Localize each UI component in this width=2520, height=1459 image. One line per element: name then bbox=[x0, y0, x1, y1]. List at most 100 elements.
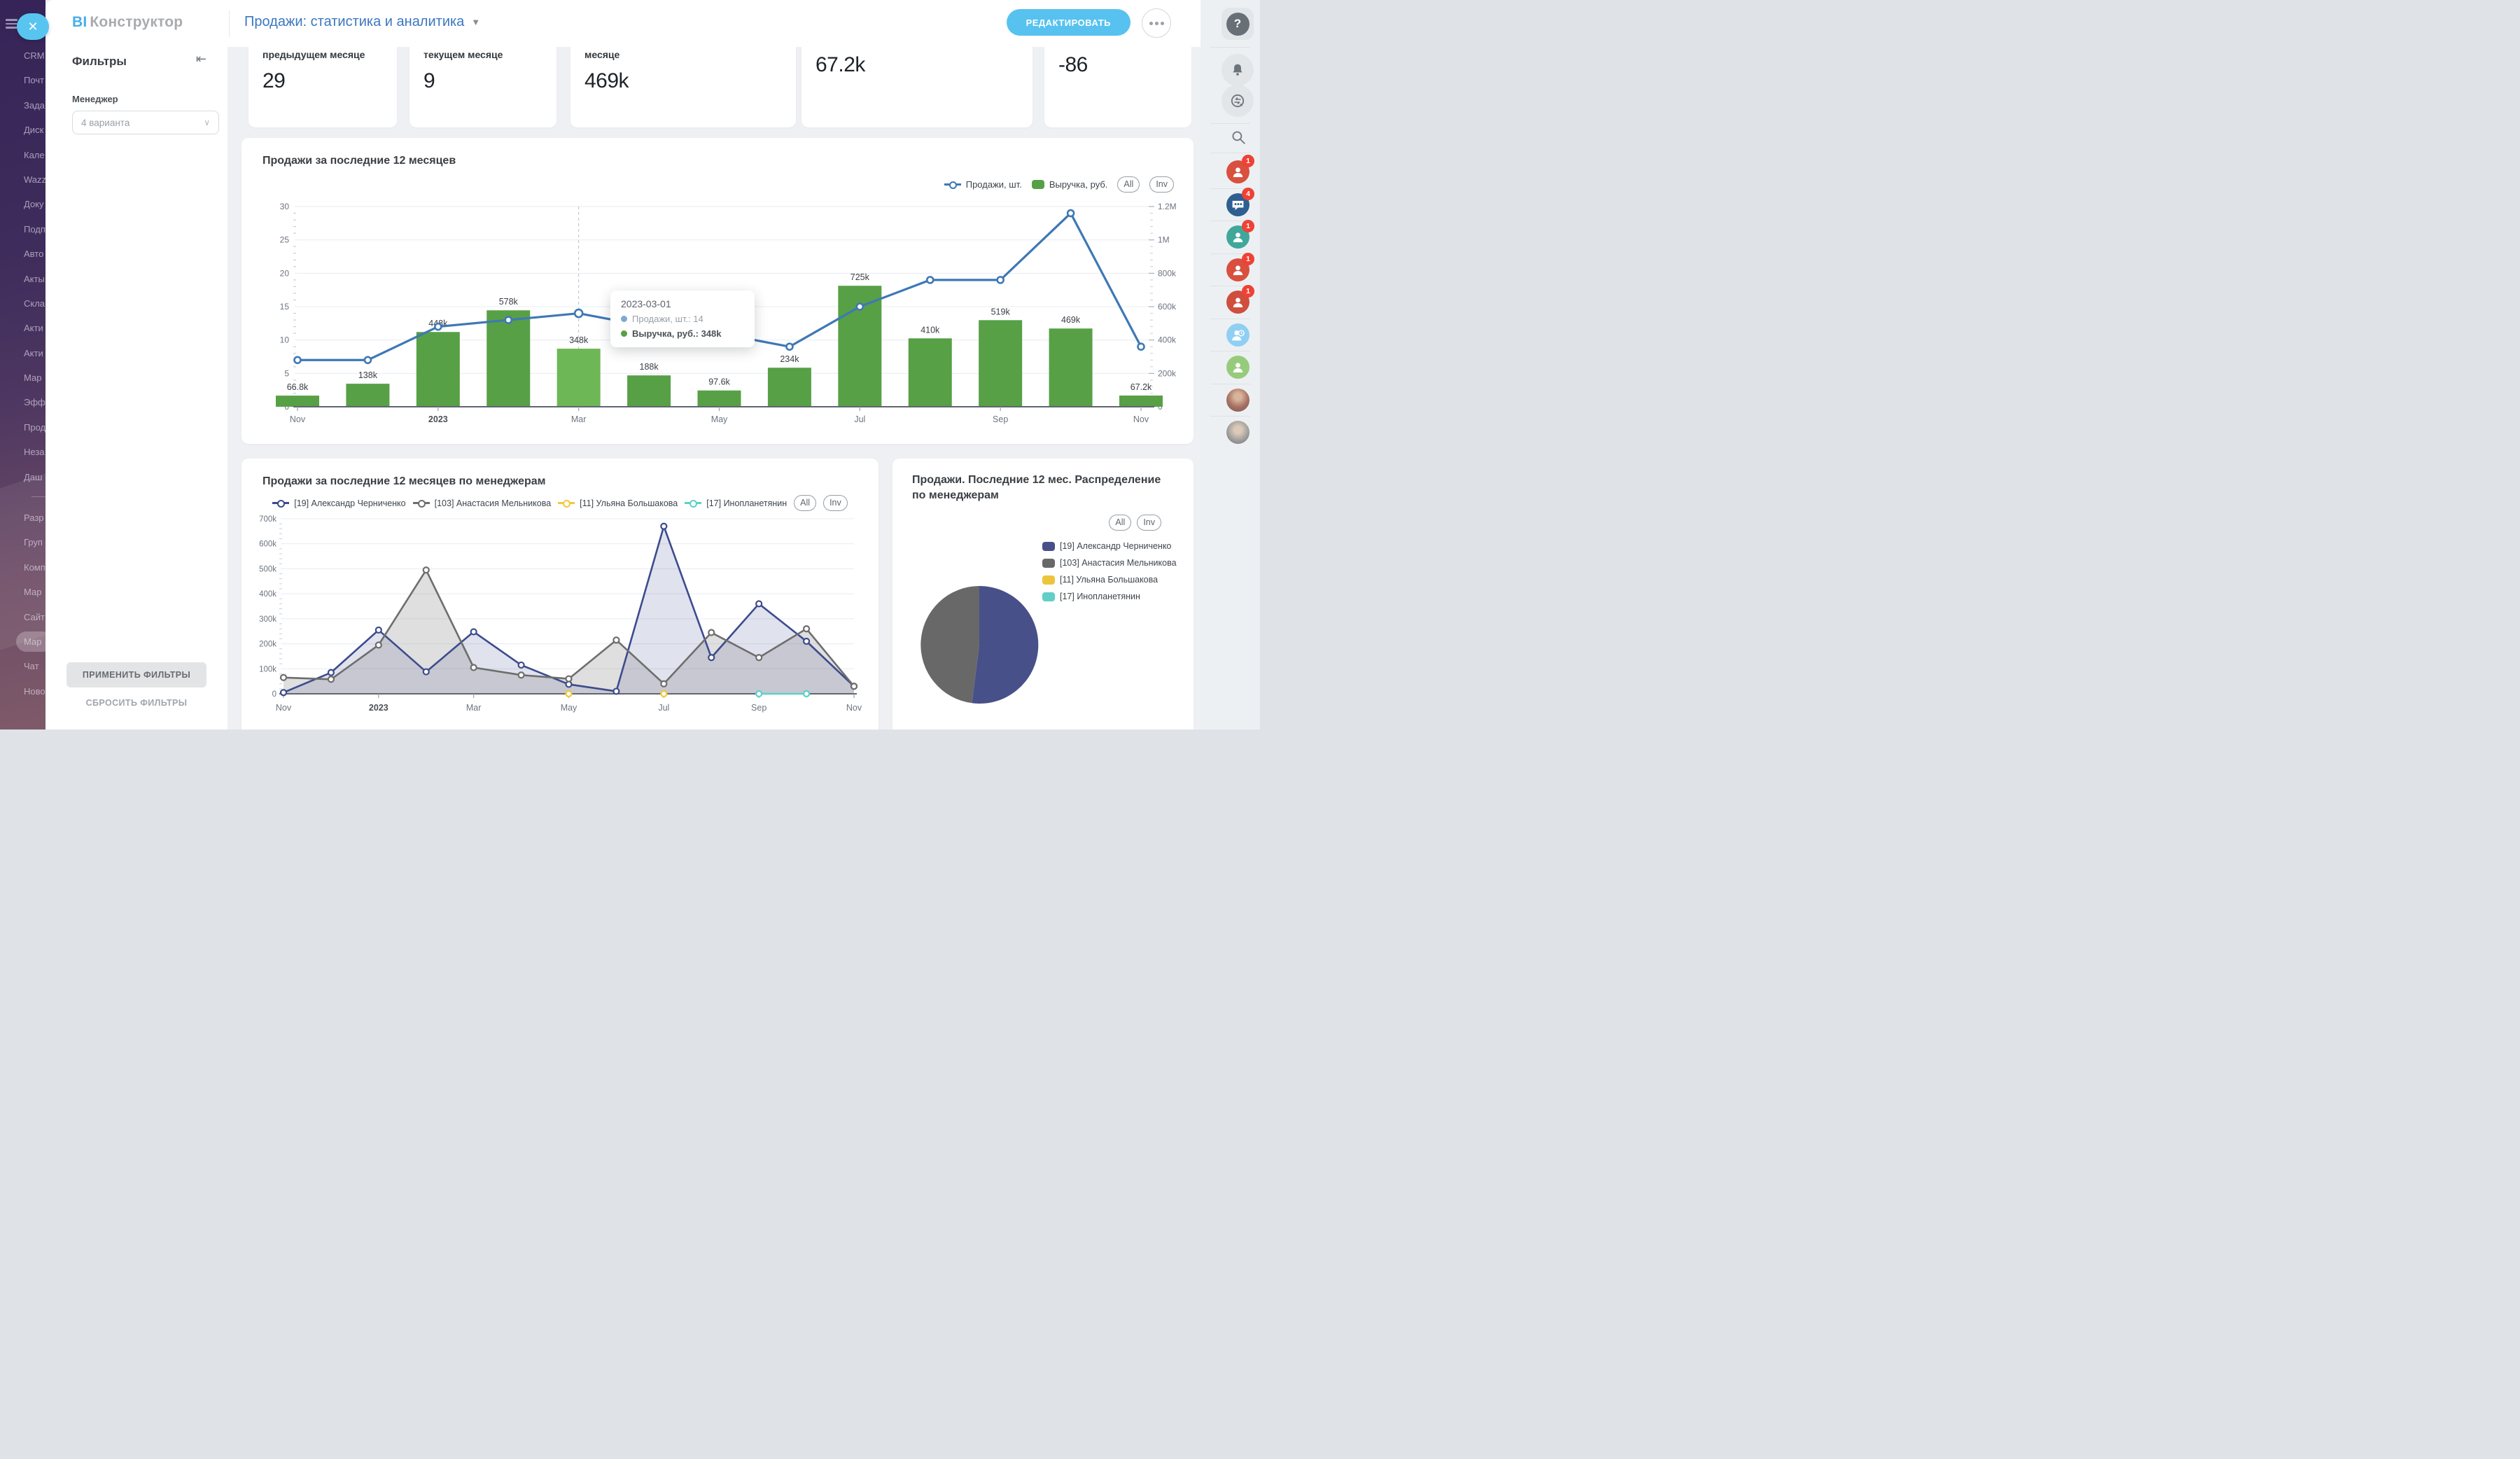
avatar-photo[interactable] bbox=[1226, 421, 1250, 444]
chevron-down-icon: ▼ bbox=[471, 17, 480, 27]
stat-card-value: 67.2k bbox=[816, 53, 1018, 77]
sidebar-item[interactable]: Акти bbox=[0, 316, 46, 340]
svg-text:25: 25 bbox=[280, 235, 290, 245]
svg-text:30: 30 bbox=[280, 202, 290, 211]
sales-chart-legend: Продажи, шт. Выручка, руб. All Inv bbox=[944, 176, 1174, 193]
legend-label: [19] Александр Черниченко bbox=[294, 498, 405, 508]
manager-filter-select[interactable]: 4 варианта ∨ bbox=[72, 111, 219, 134]
chart-title: Продажи за последние 12 месяцев по менед… bbox=[262, 475, 545, 488]
sidebar-item[interactable]: Ново bbox=[0, 679, 46, 704]
messenger-button[interactable] bbox=[1222, 85, 1254, 117]
sidebar-item[interactable]: Почт bbox=[0, 68, 46, 92]
sidebar-item[interactable]: Доку bbox=[0, 192, 46, 216]
sidebar-item[interactable]: Сайт bbox=[0, 605, 46, 629]
sidebar-item[interactable]: Подп bbox=[0, 217, 46, 242]
distribution-pie-canvas[interactable] bbox=[892, 557, 1074, 730]
sidebar-item[interactable]: Мар bbox=[0, 580, 46, 604]
sidebar-item[interactable]: Эфф bbox=[0, 390, 46, 414]
svg-text:5: 5 bbox=[284, 368, 289, 378]
svg-text:700k: 700k bbox=[259, 515, 276, 524]
edit-button[interactable]: РЕДАКТИРОВАТЬ bbox=[1007, 9, 1130, 36]
sidebar-item[interactable]: Акти bbox=[0, 341, 46, 365]
legend-inv-button[interactable]: Inv bbox=[1137, 515, 1161, 531]
sidebar-item[interactable]: Зада bbox=[0, 93, 46, 118]
legend-all-button[interactable]: All bbox=[1117, 176, 1140, 193]
sidebar-item[interactable]: Груп bbox=[0, 530, 46, 554]
sidebar-item[interactable]: Авто bbox=[0, 242, 46, 266]
sidebar-item[interactable]: CRM bbox=[0, 43, 46, 68]
avatar-photo[interactable] bbox=[1226, 389, 1250, 412]
legend-all-button[interactable]: All bbox=[1109, 515, 1131, 531]
avatar-person[interactable] bbox=[1226, 356, 1250, 379]
chart-title: Продажи за последние 12 месяцев bbox=[262, 155, 456, 167]
sidebar-item[interactable]: Мар bbox=[0, 365, 46, 390]
legend-label: [103] Анастасия Мельникова bbox=[435, 498, 552, 508]
svg-text:519k: 519k bbox=[991, 307, 1011, 316]
managers-line-chart-canvas[interactable]: 0100k200k300k400k500k600k700kNov2023MarM… bbox=[252, 513, 868, 730]
sidebar-item[interactable]: Разр bbox=[0, 505, 46, 530]
legend-inv-button[interactable]: Inv bbox=[1149, 176, 1174, 193]
search-button[interactable] bbox=[1229, 128, 1247, 150]
managers-chart-legend: [19] Александр Черниченко [103] Анастасия… bbox=[241, 495, 878, 511]
svg-text:Nov: Nov bbox=[846, 703, 862, 713]
legend-swatch bbox=[1032, 180, 1044, 189]
legend-item[interactable]: [103] Анастасия Мельникова bbox=[413, 498, 552, 508]
sidebar-item[interactable]: Прод bbox=[0, 415, 46, 440]
sidebar-item[interactable]: Неза bbox=[0, 440, 46, 464]
legend-item[interactable]: Выручка, руб. bbox=[1032, 179, 1108, 190]
chart-tooltip: 2023-03-01 Продажи, шт.: 14Выручка, руб.… bbox=[610, 291, 755, 347]
avatar-person[interactable]: 1 bbox=[1226, 258, 1250, 281]
stat-card-value: -86 bbox=[1058, 53, 1177, 77]
close-icon: ✕ bbox=[27, 20, 38, 34]
sidebar-item[interactable]: Кале bbox=[0, 143, 46, 167]
avatar-person[interactable]: 1 bbox=[1226, 160, 1250, 183]
sidebar-item[interactable]: Комп bbox=[0, 555, 46, 580]
avatar-person-clock[interactable] bbox=[1226, 323, 1250, 347]
sidebar-item[interactable]: Wazz bbox=[0, 167, 46, 192]
pie-chart-buttons: All Inv bbox=[1109, 515, 1161, 531]
reset-filters-button[interactable]: СБРОСИТЬ ФИЛЬТРЫ bbox=[66, 698, 206, 708]
more-options-button[interactable] bbox=[1142, 8, 1171, 38]
sidebar-item[interactable]: Диск bbox=[0, 118, 46, 142]
notification-badge: 1 bbox=[1242, 155, 1254, 167]
legend-item[interactable]: [11] Ульяна Большакова bbox=[558, 498, 678, 508]
sidebar-item[interactable]: Мар bbox=[0, 629, 46, 654]
legend-item[interactable]: [17] Инопланетянин bbox=[685, 498, 787, 508]
svg-text:2023: 2023 bbox=[428, 414, 448, 424]
legend-item[interactable]: [19] Александр Черниченко bbox=[272, 498, 405, 508]
help-button[interactable]: ? 1 bbox=[1222, 8, 1254, 40]
dashboard-title-dropdown[interactable]: Продажи: статистика и аналитика ▼ bbox=[244, 14, 480, 30]
svg-text:1.2M: 1.2M bbox=[1158, 202, 1177, 211]
avatar-person[interactable]: 1 bbox=[1226, 225, 1250, 249]
svg-text:348k: 348k bbox=[569, 335, 589, 345]
hamburger-menu-icon[interactable] bbox=[6, 19, 18, 29]
legend-item[interactable]: Продажи, шт. bbox=[944, 179, 1022, 190]
avatar-group[interactable]: 4 bbox=[1226, 193, 1250, 216]
avatar-person[interactable]: 1 bbox=[1226, 291, 1250, 314]
manager-filter-label: Менеджер bbox=[72, 94, 118, 104]
legend-all-button[interactable]: All bbox=[794, 495, 816, 511]
sidebar-items: CRMПочтЗадаДискКалеWazzДокуПодпАвтоАктыС… bbox=[0, 43, 46, 704]
notifications-button[interactable] bbox=[1222, 54, 1254, 86]
sidebar-item[interactable]: Даш bbox=[0, 465, 46, 489]
workspace: BIКонструктор Фильтры ⇤ Менеджер 4 вариа… bbox=[46, 0, 1200, 730]
sidebar-item[interactable]: Акты bbox=[0, 267, 46, 291]
svg-text:400k: 400k bbox=[259, 590, 276, 599]
collapse-filters-icon[interactable]: ⇤ bbox=[196, 52, 206, 67]
svg-text:Mar: Mar bbox=[571, 414, 587, 424]
legend-line-marker bbox=[685, 499, 701, 508]
legend-item[interactable]: [19] Александр Черниченко bbox=[1042, 541, 1177, 551]
manager-filter-value: 4 варианта bbox=[81, 118, 204, 128]
tooltip-row: Продажи, шт.: 14 bbox=[621, 314, 744, 324]
legend-label: Продажи, шт. bbox=[966, 179, 1022, 190]
stat-card-title: текущем месяце bbox=[424, 49, 542, 60]
svg-text:15: 15 bbox=[280, 302, 290, 312]
sidebar-item[interactable]: Скла bbox=[0, 291, 46, 316]
filters-heading: Фильтры bbox=[72, 55, 127, 69]
legend-inv-button[interactable]: Inv bbox=[823, 495, 848, 511]
apply-filters-button[interactable]: ПРИМЕНИТЬ ФИЛЬТРЫ bbox=[66, 662, 206, 687]
chevron-down-icon: ∨ bbox=[204, 118, 210, 127]
sidebar-item[interactable]: Чат bbox=[0, 654, 46, 678]
close-menu-button[interactable]: ✕ bbox=[17, 13, 49, 40]
svg-text:Nov: Nov bbox=[276, 703, 292, 713]
